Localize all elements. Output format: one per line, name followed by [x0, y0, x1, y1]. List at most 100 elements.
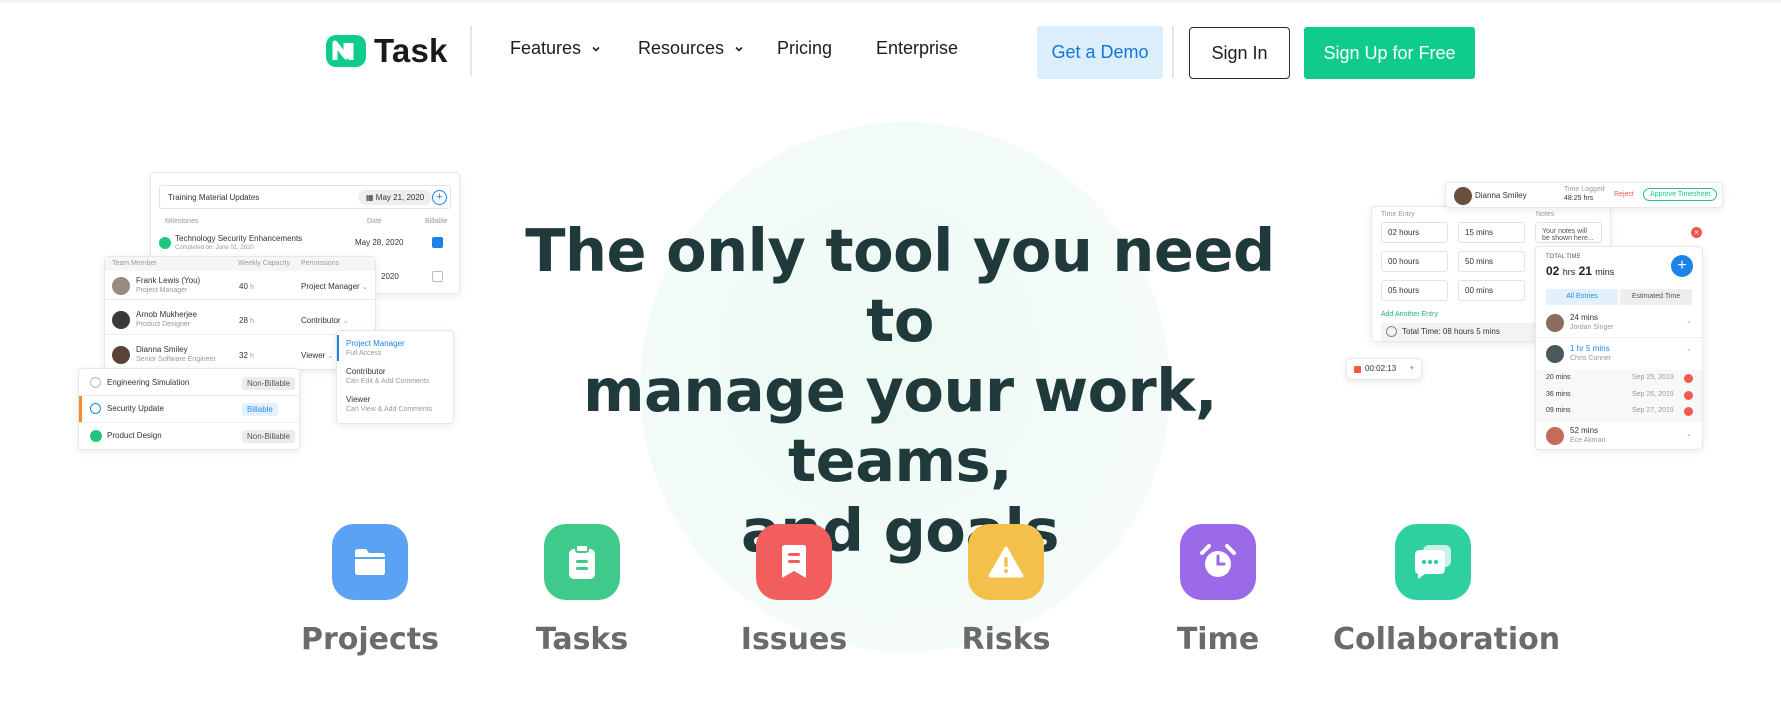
hero-line-2: manage your work, teams,: [583, 356, 1217, 495]
row-divider: [105, 299, 375, 300]
avatar: [1546, 345, 1564, 363]
completed-check-icon[interactable]: [90, 430, 102, 442]
logo-text: Task: [374, 32, 448, 69]
perm-option-title[interactable]: Viewer: [346, 395, 370, 404]
feature-label: Tasks: [535, 622, 629, 657]
chevron-down-icon[interactable]: ⌄: [1686, 430, 1692, 438]
delete-entry-icon[interactable]: [1684, 407, 1693, 416]
member-permission[interactable]: Project Manager ⌄: [301, 282, 368, 291]
log-name: Jordan Singer: [1570, 324, 1614, 331]
timer-widget[interactable]: 00:02:13 ▾: [1346, 358, 1422, 380]
nav-features[interactable]: Features: [510, 38, 601, 59]
hero-headline: The only tool you need to manage your wo…: [500, 216, 1300, 566]
perm-option-sub: Can View & Add Comments: [346, 406, 433, 413]
avatar: [1546, 427, 1564, 445]
row-divider: [1536, 337, 1702, 338]
member-permission[interactable]: Viewer ⌄: [301, 351, 333, 360]
sign-in-button[interactable]: Sign In: [1189, 27, 1290, 79]
chevron-down-icon: ⌄: [342, 318, 349, 325]
billable-checkbox[interactable]: [432, 237, 443, 248]
billable-checkbox[interactable]: [432, 271, 443, 282]
member-capacity-value: 32: [239, 351, 248, 360]
delete-entry-icon[interactable]: [1684, 391, 1693, 400]
log-name: Ece Akman: [1570, 437, 1606, 444]
task-name: Security Update: [107, 404, 164, 413]
nav-pricing[interactable]: Pricing: [777, 38, 832, 59]
logo-icon: [326, 35, 366, 67]
time-logged-value: 48:25 hrs: [1564, 195, 1594, 202]
sub-entry-date: Sep 26, 2019: [1632, 391, 1674, 398]
remove-note-icon[interactable]: ×: [1691, 227, 1702, 238]
member-name: Frank Lewis (You): [136, 276, 201, 285]
feature-tasks[interactable]: Tasks: [482, 524, 682, 657]
member-permission-value: Contributor: [301, 316, 341, 325]
total-time-title: TOTAL TIME: [1546, 254, 1581, 260]
warning-icon: [968, 524, 1044, 600]
log-name: Chris Conner: [1570, 355, 1612, 362]
chevron-up-icon[interactable]: ⌃: [1686, 348, 1692, 356]
priority-bar: [79, 396, 82, 422]
member-capacity-value: 40: [239, 282, 248, 291]
get-demo-button[interactable]: Get a Demo: [1037, 26, 1163, 79]
row-divider: [79, 395, 299, 396]
feature-issues[interactable]: Issues: [694, 524, 894, 657]
mins-select[interactable]: 50 mins: [1458, 251, 1525, 272]
row-divider: [105, 334, 375, 335]
total-time-card: TOTAL TIME 02 hrs 21 mins + All Entries …: [1535, 246, 1703, 450]
hours-select[interactable]: 02 hours: [1381, 222, 1448, 243]
feature-projects[interactable]: Projects: [270, 524, 470, 657]
total-time-text: Total Time: 08 hours 5 mins: [1402, 327, 1500, 336]
nav-resources[interactable]: Resources: [638, 38, 744, 59]
nav-enterprise[interactable]: Enterprise: [876, 38, 958, 59]
milestone-date-2: 2020: [381, 272, 399, 281]
brand-logo[interactable]: Task: [324, 32, 448, 70]
total-time-value: 02 hrs 21 mins: [1546, 264, 1614, 278]
perm-option-sub: Can Edit & Add Comments: [346, 378, 430, 385]
chevron-down-icon: ⌄: [361, 284, 368, 291]
sign-up-button[interactable]: Sign Up for Free: [1304, 27, 1475, 79]
alarm-clock-icon: [1180, 524, 1256, 600]
hours-select[interactable]: 00 hours: [1381, 251, 1448, 272]
clipboard-icon: [544, 524, 620, 600]
milestone-date-chip[interactable]: ▦ May 21, 2020: [358, 190, 433, 205]
notes-label: Notes: [1536, 211, 1555, 218]
chevron-down-icon[interactable]: ⌄: [1686, 317, 1692, 325]
perm-option-title[interactable]: Project Manager: [346, 339, 405, 348]
feature-label: Projects: [300, 622, 439, 657]
hours-unit: h: [250, 353, 255, 360]
mins-select[interactable]: 00 mins: [1458, 280, 1525, 301]
top-navigation: Task Features Resources Pricing Enterpri…: [0, 0, 1781, 104]
member-permission[interactable]: Contributor ⌄: [301, 316, 349, 325]
nav-resources-label: Resources: [638, 38, 725, 58]
tab-estimated-time[interactable]: Estimated Time: [1620, 289, 1692, 305]
milestone-subtitle: Completed on: June 01, 2020: [175, 245, 254, 251]
stop-icon[interactable]: [1354, 366, 1361, 373]
member-name: Dianna Smiley: [136, 345, 188, 354]
hours-select[interactable]: 05 hours: [1381, 280, 1448, 301]
member-role: Product Designer: [136, 321, 191, 328]
feature-time[interactable]: Time: [1118, 524, 1318, 657]
add-entry-link[interactable]: Add Another Entry: [1381, 311, 1438, 318]
avatar: [112, 311, 130, 329]
notes-input[interactable]: Your notes will be shown here...: [1535, 222, 1602, 243]
log-time: 1 hr 5 mins: [1570, 344, 1610, 353]
reject-button[interactable]: Reject: [1614, 191, 1634, 198]
add-milestone-icon[interactable]: +: [432, 190, 447, 205]
mins-select[interactable]: 15 mins: [1458, 222, 1525, 243]
approve-timesheet-button[interactable]: Approve Timesheet: [1643, 188, 1718, 201]
status-circle-icon[interactable]: [90, 377, 101, 388]
chevron-down-icon: ▾: [1410, 365, 1414, 372]
milestone-input[interactable]: Training Material Updates ▦ May 21, 2020…: [159, 185, 451, 209]
tab-all-entries[interactable]: All Entries: [1546, 289, 1618, 305]
avatar: [112, 346, 130, 364]
calendar-icon: ▦: [366, 193, 376, 202]
perm-option-title[interactable]: Contributor: [346, 367, 386, 376]
feature-collaboration[interactable]: Collaboration: [1333, 524, 1560, 657]
feature-risks[interactable]: Risks: [906, 524, 1106, 657]
milestone-date-value: May 21, 2020: [375, 193, 425, 202]
perm-option-sub: Full Access: [346, 350, 382, 357]
delete-entry-icon[interactable]: [1684, 374, 1693, 383]
add-time-icon[interactable]: +: [1671, 255, 1693, 277]
in-progress-icon[interactable]: [90, 403, 101, 414]
approver-bar: Dianna Smiley Time Logged 48:25 hrs Reje…: [1445, 182, 1723, 208]
